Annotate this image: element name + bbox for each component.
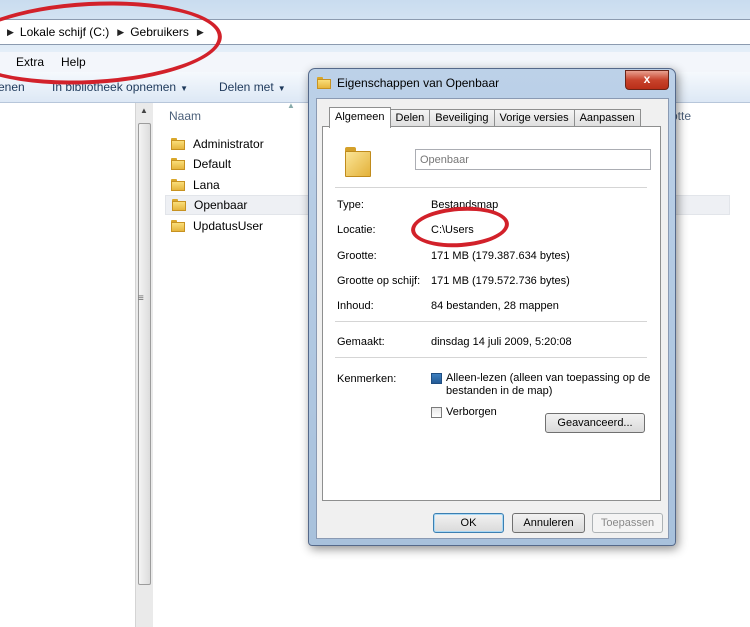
created-label: Gemaakt: (337, 336, 385, 348)
dialog-title: Eigenschappen van Openbaar (337, 76, 500, 90)
nav-scrollbar[interactable]: ▲ ≡ (135, 103, 154, 627)
cancel-button[interactable]: Annuleren (512, 513, 585, 533)
scroll-thumb[interactable] (138, 123, 151, 585)
folder-icon (171, 220, 185, 232)
file-name: UpdatusUser (193, 219, 264, 233)
divider (335, 357, 647, 358)
readonly-checkbox[interactable] (431, 373, 442, 384)
divider (335, 321, 647, 322)
file-name: Openbaar (194, 198, 248, 212)
size-label: Grootte: (337, 250, 377, 262)
dialog-title-bar: Eigenschappen van Openbaar (317, 76, 499, 90)
created-value: dinsdag 14 juli 2009, 5:20:08 (431, 336, 572, 348)
toolbar-partial-left[interactable]: enen (0, 80, 25, 94)
sort-arrow-icon: ▲ (287, 101, 295, 110)
contents-label: Inhoud: (337, 300, 374, 312)
close-icon: x (643, 72, 651, 86)
tab-algemeen[interactable]: Algemeen (329, 107, 391, 128)
tab-panel-general: Type: Bestandsmap Locatie: C:\Users Groo… (322, 126, 661, 501)
folder-large-icon (345, 147, 371, 177)
location-label: Locatie: (337, 224, 376, 236)
column-header-name[interactable]: Naam (169, 109, 201, 123)
hidden-checkbox[interactable] (431, 407, 442, 418)
readonly-checkbox-row[interactable]: Alleen-lezen (alleen van toepassing op d… (431, 372, 656, 398)
folder-icon (171, 138, 185, 150)
file-name: Administrator (193, 137, 264, 151)
tab-strip: Algemeen Delen Beveiliging Vorige versie… (329, 107, 641, 128)
toolbar-share-label: Delen met (219, 80, 274, 94)
toolbar-share-with[interactable]: Delen met ▼ (219, 80, 286, 94)
chevron-down-icon: ▼ (180, 84, 189, 93)
annotation-circle (409, 203, 511, 251)
scroll-grip-icon: ≡ (138, 293, 144, 304)
size-on-disk-value: 171 MB (179.572.736 bytes) (431, 275, 570, 287)
divider (335, 187, 647, 188)
size-on-disk-label: Grootte op schijf: (337, 275, 421, 287)
properties-dialog: Eigenschappen van Openbaar x Algemeen De… (308, 68, 676, 546)
advanced-button[interactable]: Geavanceerd... (545, 413, 645, 433)
folder-icon (172, 199, 186, 211)
folder-icon (317, 77, 331, 89)
size-value: 171 MB (179.387.634 bytes) (431, 250, 570, 262)
folder-icon (171, 158, 185, 170)
contents-value: 84 bestanden, 28 mappen (431, 300, 559, 312)
file-name: Lana (193, 178, 220, 192)
readonly-label: Alleen-lezen (alleen van toepassing op d… (446, 372, 651, 397)
file-name: Default (193, 157, 232, 171)
folder-name-field[interactable] (415, 149, 651, 170)
type-label: Type: (337, 199, 364, 211)
close-button[interactable]: x (625, 70, 669, 90)
scroll-up-icon[interactable]: ▲ (140, 106, 148, 115)
attributes-label: Kenmerken: (337, 373, 397, 385)
ok-button[interactable]: OK (433, 513, 504, 533)
chevron-down-icon: ▼ (277, 84, 286, 93)
apply-button[interactable]: Toepassen (592, 513, 663, 533)
navigation-pane (0, 103, 135, 627)
folder-icon (171, 179, 185, 191)
dialog-body: Algemeen Delen Beveiliging Vorige versie… (316, 98, 669, 539)
